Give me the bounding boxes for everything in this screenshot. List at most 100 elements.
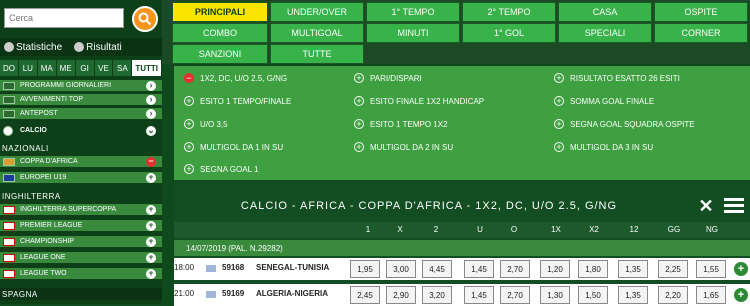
search-button[interactable] — [132, 6, 158, 32]
market-option[interactable]: + MULTIGOL DA 1 IN SU — [184, 139, 283, 155]
odd-1x[interactable]: 1,20 — [540, 260, 570, 278]
plus-icon[interactable]: + — [734, 262, 748, 276]
market-option[interactable]: + U/O 3,5 — [184, 116, 228, 132]
tab-corner[interactable]: CORNER — [654, 23, 748, 43]
plus-icon[interactable]: + — [146, 172, 156, 183]
plus-circle-icon: + — [184, 119, 194, 129]
market-option[interactable]: + SOMMA GOAL FINALE — [554, 93, 654, 109]
odd-u[interactable]: 1,45 — [464, 286, 494, 304]
odd-ng[interactable]: 1,65 — [696, 286, 726, 304]
day-do[interactable]: DO — [0, 60, 19, 76]
tab-casa[interactable]: CASA — [558, 2, 652, 22]
sidebar-item-premier-league[interactable]: PREMIER LEAGUE + — [0, 220, 162, 232]
sidebar-item-antepost[interactable]: ANTEPOST › — [0, 108, 162, 120]
sidebar-item-league-one[interactable]: LEAGUE ONE + — [0, 252, 162, 264]
odd-o[interactable]: 2,70 — [500, 286, 530, 304]
market-option[interactable]: + MULTIGOL DA 2 IN SU — [354, 139, 453, 155]
tab-tutte[interactable]: TUTTE — [270, 44, 364, 64]
odd-2[interactable]: 4,45 — [422, 260, 452, 278]
col-x: X — [397, 225, 403, 234]
plus-icon[interactable]: + — [146, 204, 156, 215]
market-option[interactable]: + RISULTATO ESATTO 26 ESITI — [554, 70, 680, 86]
england-flag-icon — [3, 238, 15, 246]
odd-gg[interactable]: 2,25 — [658, 260, 688, 278]
market-option[interactable]: + SEGNA GOAL SQUADRA OSPITE — [554, 116, 695, 132]
chevron-right-icon: › — [146, 94, 156, 105]
odd-ng[interactable]: 1,55 — [696, 260, 726, 278]
day-sa[interactable]: SA — [113, 60, 133, 76]
market-option-label: RISULTATO ESATTO 26 ESITI — [570, 73, 680, 83]
match-teams[interactable]: SENEGAL-TUNISIA — [256, 263, 329, 272]
tab-1-gol[interactable]: 1° GOL — [462, 23, 556, 43]
sidebar-item-avvenimenti[interactable]: AVVENIMENTI TOP › — [0, 94, 162, 106]
market-option[interactable]: + ESITO FINALE 1X2 HANDICAP — [354, 93, 484, 109]
sidebar-item-league-two[interactable]: LEAGUE TWO + — [0, 268, 162, 280]
plus-icon[interactable]: + — [146, 220, 156, 231]
tab-speciali[interactable]: SPECIALI — [558, 23, 652, 43]
plus-icon[interactable]: + — [146, 268, 156, 279]
sidebar-item-label: AVVENIMENTI TOP — [20, 96, 84, 103]
market-option[interactable]: + ESITO 1 TEMPO 1X2 — [354, 116, 448, 132]
plus-circle-icon: + — [184, 164, 194, 174]
day-gi[interactable]: GI — [75, 60, 95, 76]
odd-1x[interactable]: 1,30 — [540, 286, 570, 304]
sidebar-item-calcio[interactable]: CALCIO ⌄ — [0, 124, 162, 138]
search-input[interactable] — [4, 8, 124, 28]
sidebar-item-europei-u19[interactable]: EUROPEI U19 + — [0, 172, 162, 184]
flag-icon — [206, 265, 216, 272]
odd-12[interactable]: 1,35 — [618, 260, 648, 278]
day-ma[interactable]: MA — [37, 60, 57, 76]
market-option[interactable]: −1X2, DC, U/O 2.5, G/NG — [184, 70, 287, 86]
tab-multigoal[interactable]: MULTIGOAL — [270, 23, 364, 43]
odd-1[interactable]: 1,95 — [350, 260, 380, 278]
day-ve[interactable]: VE — [94, 60, 114, 76]
odd-x[interactable]: 2,90 — [386, 286, 416, 304]
sidebar-item-programmi[interactable]: PROGRAMMI GIORNALIERI › — [0, 80, 162, 92]
statistiche-link[interactable]: Statistiche — [4, 42, 62, 53]
col-gg: GG — [667, 225, 681, 234]
event-date-label: 14/07/2019 (PAL. N.29282) — [186, 243, 283, 253]
plus-icon[interactable]: + — [734, 288, 748, 302]
odd-x2[interactable]: 1,80 — [578, 260, 608, 278]
odd-12[interactable]: 1,35 — [618, 286, 648, 304]
tab-minuti[interactable]: MINUTI — [366, 23, 460, 43]
plus-circle-icon: + — [354, 96, 364, 106]
market-option[interactable]: + PARI/DISPARI — [354, 70, 422, 86]
risultati-label: Risultati — [86, 41, 122, 53]
nazionali-header: NAZIONALI — [2, 143, 49, 153]
plus-icon[interactable]: + — [146, 236, 156, 247]
tab-under-over[interactable]: UNDER/OVER — [270, 2, 364, 22]
market-option[interactable]: + SEGNA GOAL 1 — [184, 161, 258, 177]
minus-icon[interactable]: − — [146, 156, 156, 167]
odd-1[interactable]: 2,45 — [350, 286, 380, 304]
risultati-link[interactable]: Risultati — [74, 42, 122, 53]
match-teams[interactable]: ALGERIA-NIGERIA — [256, 289, 328, 298]
market-option[interactable]: + MULTIGOL DA 3 IN SU — [554, 139, 653, 155]
market-option[interactable]: + ESITO 1 TEMPO/FINALE — [184, 93, 291, 109]
flag-icon — [206, 291, 216, 298]
day-tutti[interactable]: TUTTI — [132, 60, 162, 76]
odd-gg[interactable]: 2,20 — [658, 286, 688, 304]
sidebar-item-coppa-africa[interactable]: COPPA D'AFRICA − — [0, 156, 162, 168]
tab-sanzioni[interactable]: SANZIONI — [172, 44, 268, 64]
odd-x[interactable]: 3,00 — [386, 260, 416, 278]
tab-principali[interactable]: PRINCIPALI — [172, 2, 268, 22]
menu-icon[interactable] — [724, 198, 744, 214]
sidebar-item-label: PREMIER LEAGUE — [20, 222, 83, 229]
odd-2[interactable]: 3,20 — [422, 286, 452, 304]
close-icon[interactable]: ✕ — [698, 197, 714, 215]
odd-x2[interactable]: 1,50 — [578, 286, 608, 304]
sidebar-item-championship[interactable]: CHAMPIONSHIP + — [0, 236, 162, 248]
col-12: 12 — [629, 225, 639, 234]
tab-ospite[interactable]: OSPITE — [654, 2, 748, 22]
sidebar-item-supercoppa[interactable]: INGHILTERRA SUPERCOPPA + — [0, 204, 162, 216]
odd-o[interactable]: 2,70 — [500, 260, 530, 278]
day-me[interactable]: ME — [56, 60, 76, 76]
tab-1-tempo[interactable]: 1° TEMPO — [366, 2, 460, 22]
tab-combo[interactable]: COMBO — [172, 23, 268, 43]
match-code: 59168 — [222, 263, 245, 272]
plus-icon[interactable]: + — [146, 252, 156, 263]
odd-u[interactable]: 1,45 — [464, 260, 494, 278]
day-lu[interactable]: LU — [18, 60, 38, 76]
tab-2-tempo[interactable]: 2° TEMPO — [462, 2, 556, 22]
